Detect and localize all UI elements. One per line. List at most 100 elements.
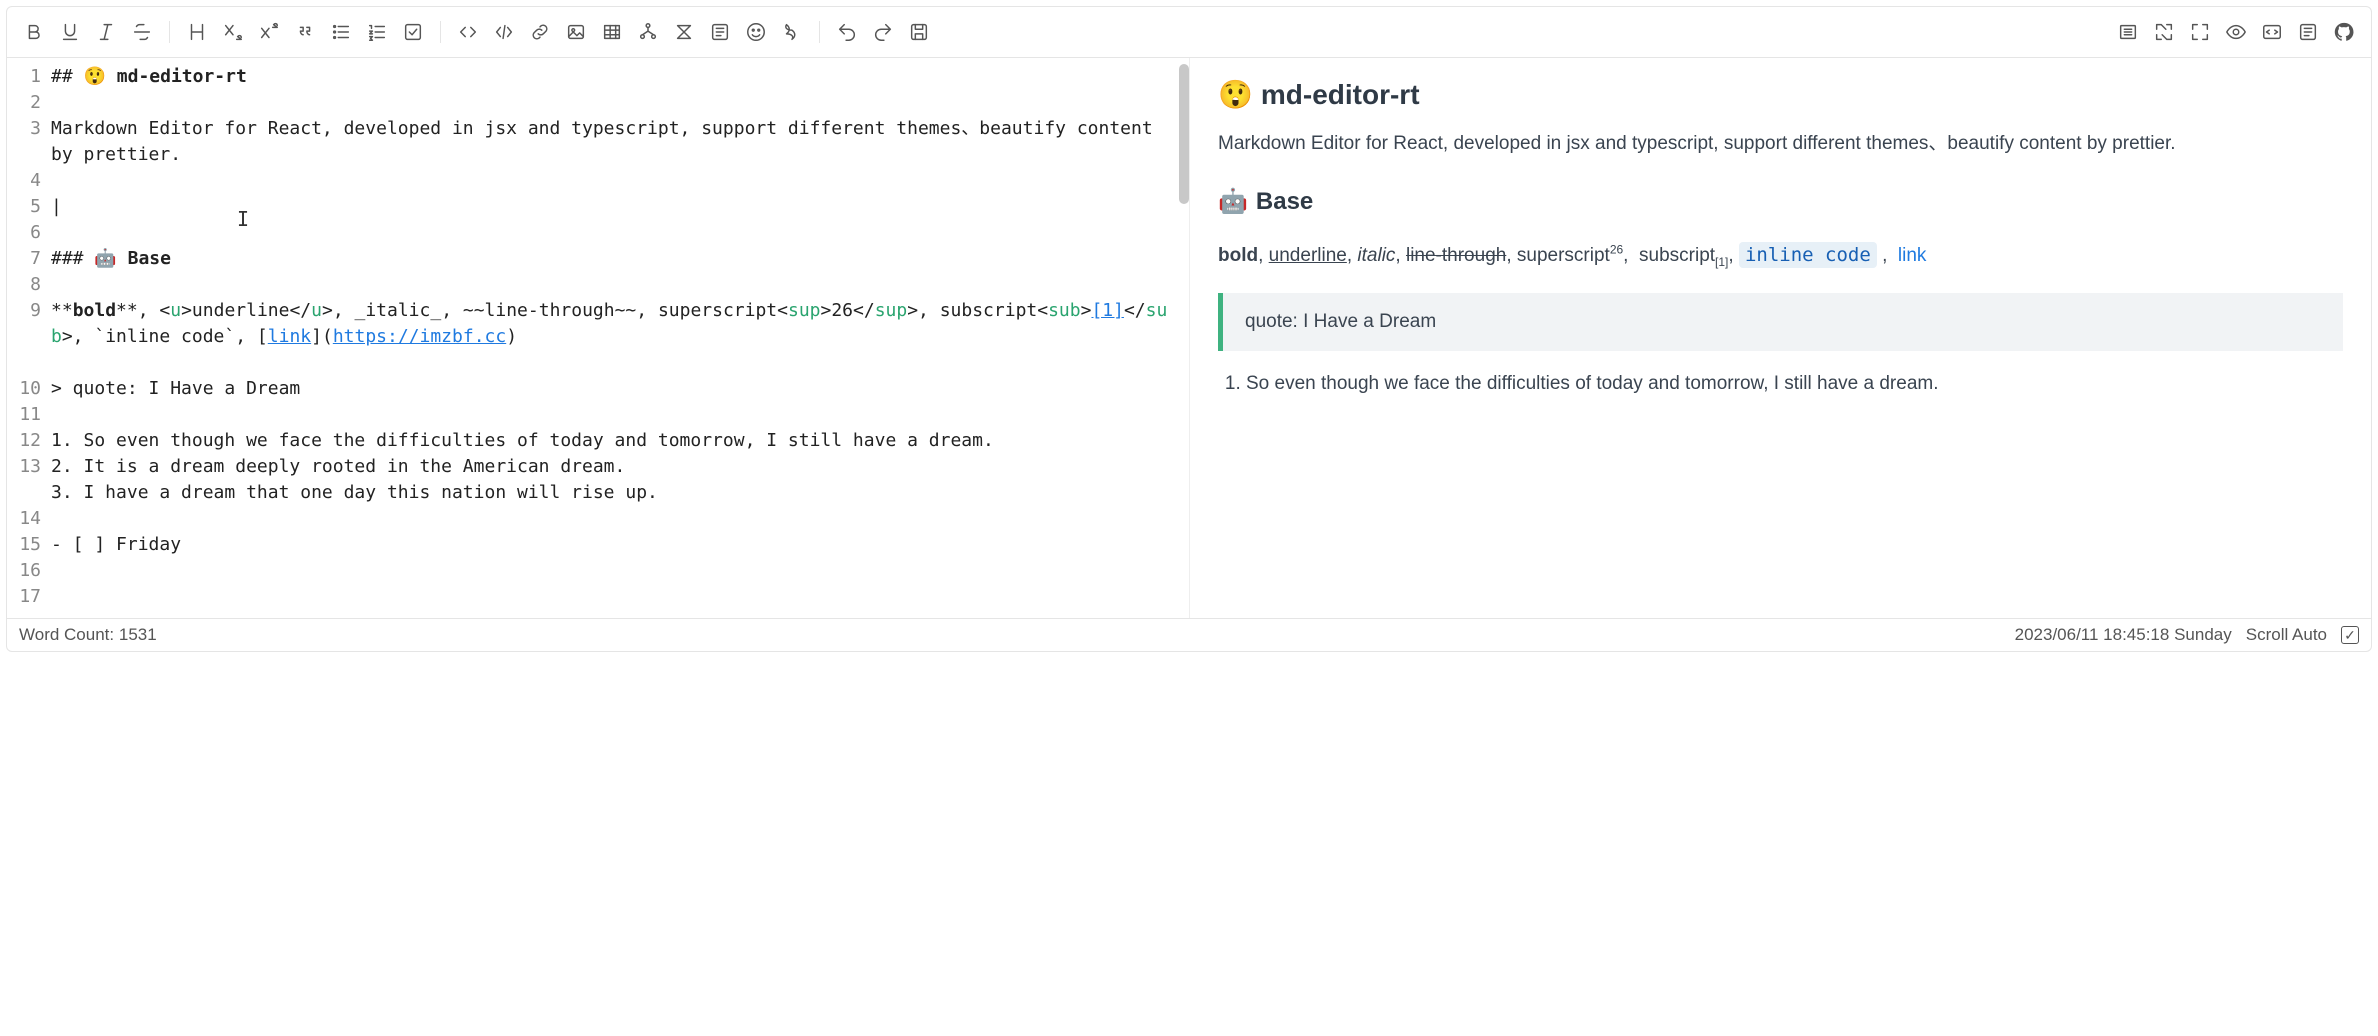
source-line[interactable] <box>51 168 1171 194</box>
scroll-auto-checkbox[interactable]: ✓ <box>2341 626 2359 644</box>
html-preview-button[interactable] <box>2255 15 2289 49</box>
underline-icon <box>59 21 81 43</box>
source-pane[interactable]: 123 456789 10111213 14151617 ## 😲 md-edi… <box>7 58 1189 618</box>
preview-inline-code: inline code <box>1739 242 1877 268</box>
undo-button[interactable] <box>830 15 864 49</box>
editor-panes: 123 456789 10111213 14151617 ## 😲 md-edi… <box>7 58 2371 618</box>
codemirror-icon <box>709 21 731 43</box>
catalog-button[interactable] <box>2291 15 2325 49</box>
line-number: 8 <box>7 272 41 298</box>
source-line[interactable] <box>51 220 1171 246</box>
codemirror-button[interactable] <box>703 15 737 49</box>
source-line[interactable]: ## 😲 md-editor-rt <box>51 64 1171 90</box>
prettier-button[interactable] <box>775 15 809 49</box>
line-gutter: 123 456789 10111213 14151617 <box>7 58 47 618</box>
subscript-button[interactable] <box>216 15 250 49</box>
source-line[interactable] <box>51 272 1171 298</box>
line-number: 14 <box>7 506 41 532</box>
line-number: 17 <box>7 584 41 610</box>
ordered-list-button[interactable] <box>360 15 394 49</box>
preview-sub-label: subscript <box>1639 245 1715 266</box>
github-button[interactable] <box>2327 15 2361 49</box>
mermaid-button[interactable] <box>631 15 665 49</box>
preview-heading-3: 🤖 Base <box>1218 187 2343 216</box>
ol-icon <box>366 21 388 43</box>
timestamp: 2023/06/11 18:45:18 Sunday <box>2015 625 2232 645</box>
source-line[interactable]: 1. So even though we face the difficulti… <box>51 428 1171 454</box>
inlinecode-icon <box>493 21 515 43</box>
source-line[interactable]: | <box>51 194 1171 220</box>
wordcount-label: Word Count: <box>19 625 114 645</box>
katex-button[interactable] <box>667 15 701 49</box>
preview-strike: line-through <box>1406 245 1506 266</box>
preview-underline: underline <box>1269 245 1347 266</box>
source-line[interactable] <box>51 90 1171 116</box>
superscript-icon <box>258 21 280 43</box>
quote-icon <box>294 21 316 43</box>
mermaid-icon <box>637 21 659 43</box>
line-number: 11 <box>7 402 41 428</box>
unordered-list-button[interactable] <box>324 15 358 49</box>
quote-button[interactable] <box>288 15 322 49</box>
preview-icon <box>2225 21 2247 43</box>
preview-link[interactable]: link <box>1898 245 1927 266</box>
preview-toggle-button[interactable] <box>2219 15 2253 49</box>
source-line[interactable] <box>51 506 1171 532</box>
heading-icon <box>186 21 208 43</box>
preview-format-line: bold, underline, italic, line-through, s… <box>1218 236 2343 275</box>
line-number: 6 <box>7 220 41 246</box>
toolbar <box>7 7 2371 58</box>
strikethrough-button[interactable] <box>125 15 159 49</box>
source-code-area[interactable]: ## 😲 md-editor-rt Markdown Editor for Re… <box>47 58 1179 618</box>
redo-button[interactable] <box>866 15 900 49</box>
line-number: 7 <box>7 246 41 272</box>
task-list-button[interactable] <box>396 15 430 49</box>
source-line[interactable]: 3. I have a dream that one day this nati… <box>51 480 1171 506</box>
code-block-button[interactable] <box>451 15 485 49</box>
source-line[interactable]: Markdown Editor for React, developed in … <box>51 116 1171 168</box>
preview-heading-text: md-editor-rt <box>1261 79 1420 111</box>
image-button[interactable] <box>559 15 593 49</box>
line-number: 1 <box>7 64 41 90</box>
source-line[interactable] <box>51 350 1171 376</box>
page-fullscreen-button[interactable] <box>2111 15 2145 49</box>
task-icon <box>402 21 424 43</box>
save-button[interactable] <box>902 15 936 49</box>
expand-button[interactable] <box>2183 15 2217 49</box>
emoji-button[interactable] <box>739 15 773 49</box>
source-line[interactable]: **bold**, <u>underline</u>, _italic_, ~~… <box>51 298 1171 350</box>
link-button[interactable] <box>523 15 557 49</box>
preview-sup-label: superscript <box>1517 245 1610 266</box>
inline-code-button[interactable] <box>487 15 521 49</box>
source-line[interactable]: 2. It is a dream deeply rooted in the Am… <box>51 454 1171 480</box>
italic-button[interactable] <box>89 15 123 49</box>
subscript-icon <box>222 21 244 43</box>
underline-button[interactable] <box>53 15 87 49</box>
line-number: 5 <box>7 194 41 220</box>
superscript-button[interactable] <box>252 15 286 49</box>
table-button[interactable] <box>595 15 629 49</box>
markdown-editor-root: 123 456789 10111213 14151617 ## 😲 md-edi… <box>6 6 2372 652</box>
source-line[interactable] <box>51 402 1171 428</box>
bold-button[interactable] <box>17 15 51 49</box>
line-number: 16 <box>7 558 41 584</box>
line-number: 3 <box>7 116 41 142</box>
preview-heading-text: Base <box>1256 188 1313 216</box>
scrollbar-vertical[interactable] <box>1179 58 1189 618</box>
source-line[interactable]: > quote: I Have a Dream <box>51 376 1171 402</box>
wordcount-value: 1531 <box>119 625 157 645</box>
preview-list-item: So even though we face the difficulties … <box>1246 369 2343 399</box>
source-line[interactable]: - [ ] Friday <box>51 532 1171 558</box>
source-line[interactable]: ### 🤖 Base <box>51 246 1171 272</box>
line-number: 9 <box>7 298 41 324</box>
heading-button[interactable] <box>180 15 214 49</box>
text-cursor-icon: 𝙸 <box>237 206 249 232</box>
preview-italic: italic <box>1357 245 1395 266</box>
preview-ordered-list: So even though we face the difficulties … <box>1218 369 2343 399</box>
fullscreen-button[interactable] <box>2147 15 2181 49</box>
preview-bold: bold <box>1218 245 1258 266</box>
fullscreen-icon <box>2153 21 2175 43</box>
prettier-icon <box>781 21 803 43</box>
scroll-thumb[interactable] <box>1179 64 1189 204</box>
line-number: 15 <box>7 532 41 558</box>
